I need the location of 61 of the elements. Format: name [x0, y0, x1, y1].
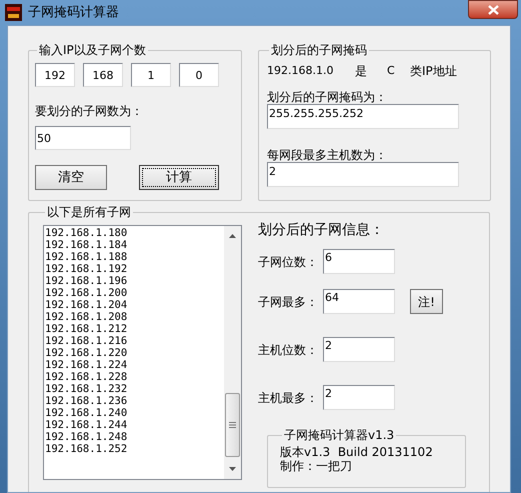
field-label: 主机位数：: [258, 342, 319, 358]
list-item[interactable]: 192.168.1.212: [44, 323, 224, 335]
action-button[interactable]: 计算: [139, 165, 219, 190]
mask-label: 划分后的子网掩码为：: [267, 90, 388, 104]
scroll-thumb[interactable]: [225, 393, 240, 457]
list-item[interactable]: 192.168.1.200: [44, 287, 224, 299]
list-item[interactable]: 192.168.1.228: [44, 371, 224, 383]
list-item[interactable]: 192.168.1.204: [44, 299, 224, 311]
input-field[interactable]: 192: [35, 63, 75, 87]
group-title: 划分后的子网掩码: [270, 43, 368, 57]
ip-address: 192.168.1.0: [267, 64, 334, 78]
list-item[interactable]: 192.168.1.248: [44, 431, 224, 443]
group-title: 以下是所有子网: [46, 205, 132, 219]
list-item[interactable]: 192.168.1.180: [44, 227, 224, 239]
action-button[interactable]: 清空: [35, 165, 107, 190]
list-item[interactable]: 192.168.1.192: [44, 263, 224, 275]
input-field[interactable]: 64: [323, 289, 395, 314]
list-item[interactable]: 192.168.1.240: [44, 407, 224, 419]
info-title: 划分后的子网信息：: [258, 222, 385, 238]
input-field[interactable]: 2: [267, 162, 459, 187]
class-label: 类IP地址: [410, 64, 457, 78]
list-item[interactable]: 192.168.1.224: [44, 359, 224, 371]
subnet-list[interactable]: [43, 225, 242, 480]
field-label: 主机最多：: [258, 390, 319, 406]
list-item[interactable]: 192.168.1.252: [44, 443, 224, 455]
close-icon: [488, 4, 498, 14]
group-title: 子网掩码计算器v1.3: [283, 428, 396, 442]
window-title: 子网掩码计算器: [28, 4, 119, 22]
list-item[interactable]: 192.168.1.184: [44, 239, 224, 251]
field-label: 子网最多：: [258, 294, 319, 310]
scrollbar[interactable]: [224, 226, 241, 479]
field-label: 子网位数：: [258, 254, 319, 270]
list-item[interactable]: 192.168.1.208: [44, 311, 224, 323]
list-item[interactable]: 192.168.1.188: [44, 251, 224, 263]
input-field[interactable]: 50: [35, 126, 131, 150]
hosts-label: 每网段最多主机数为：: [267, 148, 388, 162]
about-line: 制作：一把刀: [280, 459, 353, 473]
scroll-up-icon[interactable]: [229, 234, 236, 238]
scroll-down-icon[interactable]: [229, 467, 236, 471]
input-field[interactable]: 255.255.255.252: [267, 104, 459, 129]
input-field[interactable]: 6: [323, 249, 395, 274]
ip-class: C: [387, 64, 396, 78]
app-icon: [5, 4, 22, 21]
list-item[interactable]: 192.168.1.232: [44, 383, 224, 395]
list-item[interactable]: 192.168.1.220: [44, 347, 224, 359]
group-title: 输入IP以及子网个数: [38, 43, 147, 57]
list-item[interactable]: 192.168.1.196: [44, 275, 224, 287]
close-button[interactable]: [468, 0, 518, 19]
grip-icon: [229, 422, 236, 428]
input-field[interactable]: 2: [323, 337, 395, 362]
input-field[interactable]: 2: [323, 385, 395, 410]
input-field[interactable]: 0: [179, 63, 219, 87]
note-button[interactable]: 注!: [410, 289, 443, 314]
list-item[interactable]: 192.168.1.236: [44, 395, 224, 407]
about-line: 版本v1.3 Build 20131102: [280, 445, 434, 459]
input-field[interactable]: 168: [83, 63, 123, 87]
list-item[interactable]: 192.168.1.216: [44, 335, 224, 347]
input-field[interactable]: 1: [131, 63, 171, 87]
subnet-count-label: 要划分的子网数为：: [35, 104, 144, 118]
is-label: 是: [355, 64, 368, 78]
list-item[interactable]: 192.168.1.244: [44, 419, 224, 431]
